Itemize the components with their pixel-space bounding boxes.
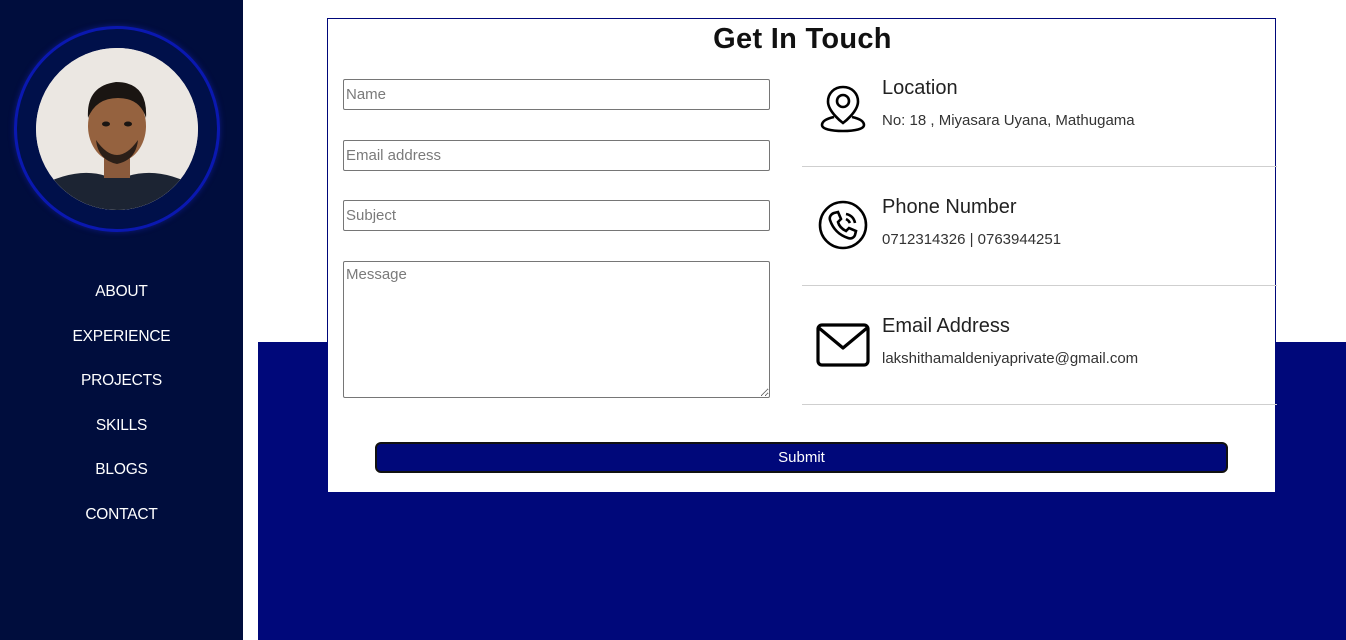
sidebar: ABOUT EXPERIENCE PROJECTS SKILLS BLOGS C…: [0, 0, 243, 640]
subject-input[interactable]: [343, 200, 770, 231]
info-phone-heading: Phone Number: [882, 196, 1017, 218]
nav-item-experience[interactable]: EXPERIENCE: [0, 315, 243, 360]
nav-item-contact[interactable]: CONTACT: [0, 493, 243, 538]
name-input[interactable]: [343, 79, 770, 110]
sidebar-nav: ABOUT EXPERIENCE PROJECTS SKILLS BLOGS C…: [0, 270, 243, 537]
info-phone-text: 0712314326 | 0763944251: [882, 231, 1062, 248]
submit-button[interactable]: Submit: [375, 442, 1228, 473]
nav-item-projects[interactable]: PROJECTS: [0, 359, 243, 404]
info-location-text: No: 18 , Miyasara Uyana, Mathugama: [882, 112, 1135, 129]
avatar: [36, 48, 198, 210]
nav-item-skills[interactable]: SKILLS: [0, 404, 243, 449]
email-input[interactable]: [343, 140, 770, 171]
info-email-heading: Email Address: [882, 315, 1010, 337]
info-email-text: lakshithamaldeniyaprivate@gmail.com: [882, 350, 1139, 367]
profile-photo: [36, 48, 198, 210]
info-email: Email Address lakshithamaldeniyaprivate@…: [802, 286, 1277, 405]
mail-icon: [816, 319, 870, 373]
contact-card: Get In Touch Location No: 18 , Miyasara …: [327, 18, 1277, 493]
nav-item-blogs[interactable]: BLOGS: [0, 448, 243, 493]
nav-item-about[interactable]: ABOUT: [0, 270, 243, 315]
phone-icon: [816, 198, 870, 252]
info-location: Location No: 18 , Miyasara Uyana, Mathug…: [802, 48, 1277, 167]
info-location-heading: Location: [882, 77, 958, 99]
info-phone: Phone Number 0712314326 | 0763944251: [802, 167, 1277, 286]
location-pin-icon: [816, 81, 870, 135]
message-textarea[interactable]: [343, 261, 770, 398]
